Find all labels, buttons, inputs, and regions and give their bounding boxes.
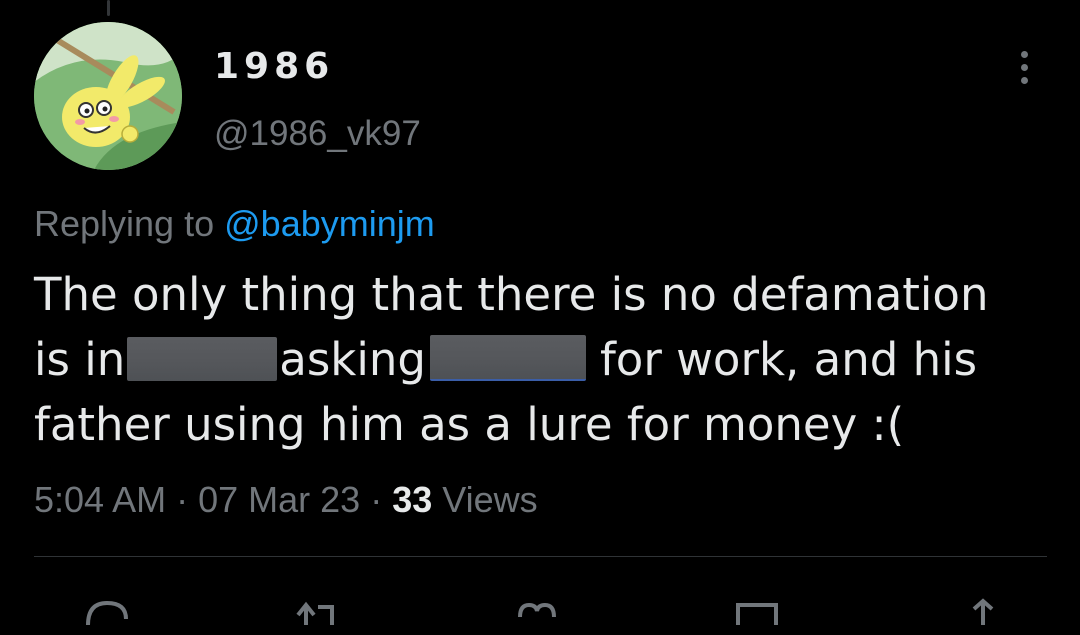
tweet-text-line: father using him as a lure for money :( bbox=[34, 398, 905, 451]
replying-to-label: Replying to bbox=[34, 203, 215, 244]
tweet-body: The only thing that there is no defamati… bbox=[34, 262, 1044, 457]
tweet-text-segment: is in bbox=[34, 333, 126, 386]
more-dots-icon-bottom bbox=[1020, 76, 1028, 84]
redaction-block bbox=[429, 335, 586, 381]
avatar-image bbox=[34, 22, 182, 170]
meta-separator: · bbox=[166, 479, 199, 520]
more-dots-icon-middle bbox=[1020, 63, 1028, 71]
tweet-text-line-with-redactions: is in asking for work, and his bbox=[34, 327, 1044, 392]
tweet-metadata: 5:04 AM · 07 Mar 23 · 33 Views bbox=[34, 476, 538, 524]
reply-mention-link[interactable]: @babyminjm bbox=[224, 203, 435, 244]
display-name[interactable]: 1986 bbox=[214, 44, 334, 90]
reply-icon[interactable] bbox=[82, 595, 132, 635]
heart-icon[interactable] bbox=[512, 595, 562, 635]
tweet-action-bar bbox=[0, 585, 1080, 626]
bookmark-icon[interactable] bbox=[732, 595, 782, 635]
avatar[interactable] bbox=[34, 22, 182, 170]
views-count[interactable]: 33 bbox=[392, 479, 432, 520]
tweet-text-line: The only thing that there is no defamati… bbox=[34, 268, 989, 321]
share-icon[interactable] bbox=[958, 595, 1008, 635]
thread-connector-line bbox=[107, 0, 110, 16]
tweet-text-segment: asking bbox=[279, 333, 426, 386]
tweet-date[interactable]: 07 Mar 23 bbox=[198, 479, 360, 520]
divider bbox=[34, 556, 1047, 557]
views-label[interactable]: Views bbox=[442, 479, 537, 520]
more-dots-icon bbox=[1020, 50, 1028, 58]
redaction-block bbox=[127, 337, 278, 381]
more-options-button[interactable] bbox=[1004, 44, 1044, 90]
user-handle[interactable]: @1986_vk97 bbox=[214, 112, 421, 156]
replying-to-line: Replying to @babyminjm bbox=[34, 200, 435, 248]
meta-separator: · bbox=[360, 479, 393, 520]
tweet-time[interactable]: 5:04 AM bbox=[34, 479, 166, 520]
tweet-text-segment: for work, and his bbox=[599, 333, 978, 386]
retweet-icon[interactable] bbox=[292, 595, 342, 635]
